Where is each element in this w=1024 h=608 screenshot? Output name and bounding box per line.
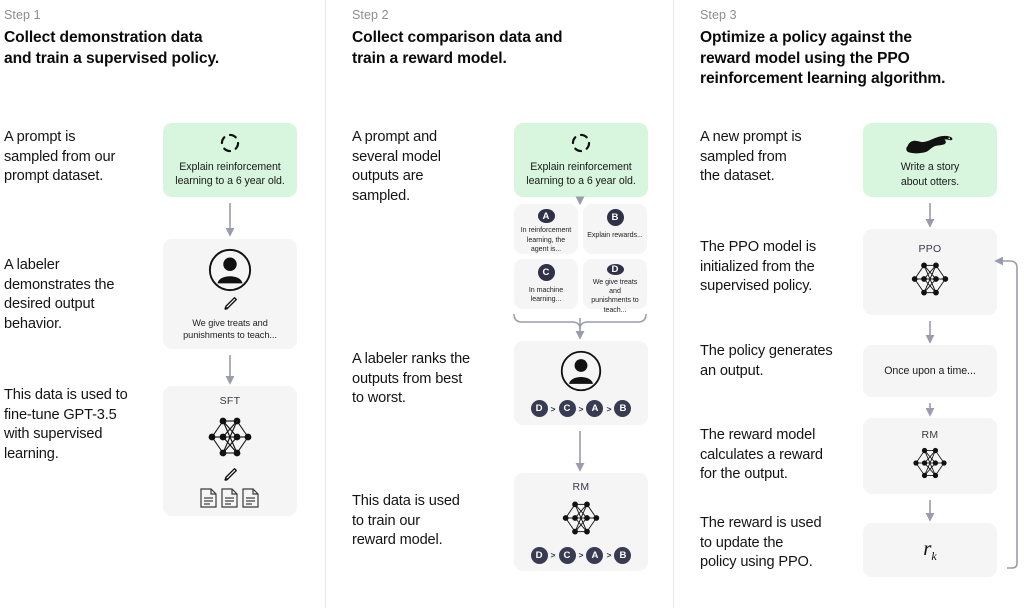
neural-network-icon — [198, 410, 262, 464]
step-1-description-1: A prompt is sampled from our prompt data… — [4, 129, 116, 185]
step-2-title: Collect comparison data and train a rewa… — [352, 28, 672, 69]
step-2-column: Step 2 Collect comparison data and train… — [326, 0, 673, 608]
step-1-prompt-text: Explain reinforcement learning to a 6 ye… — [175, 160, 285, 187]
sft-label: SFT — [219, 395, 241, 407]
rm-rank-sep-2: > — [578, 550, 584, 560]
rm-rank-badge-1: D — [530, 546, 548, 564]
step-3-output-text: Once upon a time... — [884, 364, 976, 377]
ranking-row: D > C > A > B — [530, 400, 632, 417]
rank-badge-4: B — [614, 400, 632, 417]
step-3-prompt-text: Write a story about otters. — [900, 161, 960, 188]
step-3-output-card[interactable]: Once upon a time... — [863, 345, 997, 397]
output-text-c: In machine learning... — [528, 286, 564, 304]
step-3-column: Step 3 Optimize a policy against the rew… — [674, 0, 1024, 608]
step-3-ppo-card[interactable]: PPO — [863, 229, 997, 315]
output-text-d: We give treats and punishments to teach.… — [591, 278, 639, 314]
step-1-title-line-1: Collect demonstration data — [4, 29, 203, 46]
step-2-title-line-2: train a reward model. — [352, 49, 507, 67]
output-badge-a: A — [537, 209, 555, 224]
rm-rank-sep-3: > — [606, 550, 612, 560]
step-2-description-2: A labeler ranks the outputs from best to… — [352, 351, 471, 407]
dashed-circle-icon — [570, 132, 592, 154]
step-3-title-line-2: reward model using the PPO — [700, 49, 910, 67]
step-2-label: Step 2 — [352, 8, 389, 22]
step-1-description-3: This data is used to fine-tune GPT-3.5 w… — [4, 387, 128, 462]
step-3-description-4: The reward model calculates a reward for… — [700, 427, 823, 483]
step-3-description-1: A new prompt is sampled from the dataset… — [700, 129, 802, 185]
dashed-circle-icon — [219, 132, 241, 154]
step-3-description-2: The PPO model is initialized from the su… — [700, 239, 817, 295]
step-2-ranking-card[interactable]: D > C > A > B — [514, 341, 648, 425]
rm-label-step3: RM — [921, 428, 939, 441]
output-card-c[interactable]: C In machine learning... — [514, 259, 578, 309]
output-text-a: In reinforcement learning, the agent is.… — [520, 226, 572, 253]
step-2-prompt-card[interactable]: Explain reinforcement learning to a 6 ye… — [514, 123, 648, 197]
ranking-row-rm: D > C > A > B — [530, 546, 632, 564]
output-text-b: Explain rewards... — [587, 231, 643, 239]
rm-rank-badge-2: C — [558, 546, 576, 564]
rank-badge-2: C — [558, 400, 576, 417]
labeler-person-icon — [207, 247, 253, 293]
reward-formula-subscript: k — [931, 549, 937, 564]
rm-rank-badge-4: B — [614, 546, 632, 564]
pencil-icon — [221, 295, 239, 313]
documents-icon — [199, 487, 261, 509]
output-card-a[interactable]: A In reinforcement learning, the agent i… — [514, 204, 578, 254]
rank-sep-1: > — [550, 403, 556, 414]
rank-badge-3: A — [586, 400, 604, 417]
step-2-description-1: A prompt and several model outputs are s… — [352, 129, 441, 204]
rm-rank-badge-3: A — [586, 546, 604, 564]
neural-network-icon — [902, 442, 958, 484]
step-2-title-line-1: Collect comparison data and — [352, 29, 563, 46]
step-3-description-3: The policy generates an output. — [700, 343, 833, 379]
step-1-prompt-card[interactable]: Explain reinforcement learning to a 6 ye… — [163, 123, 297, 197]
step-3-title-line-3: reinforcement learning algorithm. — [700, 70, 946, 88]
rm-rank-sep-1: > — [550, 550, 556, 560]
neural-network-icon — [900, 256, 960, 302]
step-1-column: Step 1 Collect demonstration data and tr… — [0, 0, 325, 608]
step-1-label: Step 1 — [4, 8, 41, 22]
step-1-sft-card[interactable]: SFT — [163, 386, 297, 516]
rlhf-diagram: Step 1 Collect demonstration data and tr… — [0, 0, 1024, 608]
rank-sep-2: > — [578, 403, 584, 414]
output-badge-b: B — [606, 209, 624, 226]
step-3-title: Optimize a policy against the reward mod… — [700, 28, 1020, 90]
output-card-d[interactable]: D We give treats and punishments to teac… — [583, 259, 647, 314]
step-3-title-line-1: Optimize a policy against the — [700, 29, 912, 46]
step-3-prompt-card[interactable]: Write a story about otters. — [863, 123, 997, 197]
labeler-person-icon — [559, 349, 603, 393]
ppo-label: PPO — [918, 242, 942, 255]
step-3-rm-card[interactable]: RM — [863, 418, 997, 494]
step-1-description-2: A labeler demonstrates the desired outpu… — [4, 257, 115, 332]
output-badge-c: C — [537, 264, 555, 281]
step-2-rm-card[interactable]: RM D > C > A > B — [514, 473, 648, 571]
step-3-reward-card[interactable]: rk — [863, 523, 997, 577]
step-1-labeler-text: We give treats and punishments to teach.… — [183, 317, 277, 340]
step-3-description-5: The reward is used to update the policy … — [700, 515, 822, 571]
output-card-b[interactable]: B Explain rewards... — [583, 204, 647, 254]
output-badge-d: D — [606, 264, 624, 275]
otter-icon — [905, 131, 955, 155]
step-2-description-3: This data is used to train our reward mo… — [352, 493, 460, 549]
step-1-labeler-card[interactable]: We give treats and punishments to teach.… — [163, 239, 297, 349]
step-1-title-line-2: and train a supervised policy. — [4, 49, 220, 67]
neural-network-icon — [550, 495, 612, 541]
rank-badge-1: D — [530, 400, 548, 417]
rm-label: RM — [572, 480, 590, 493]
step-2-prompt-text: Explain reinforcement learning to a 6 ye… — [526, 160, 636, 187]
reward-formula: rk — [923, 536, 937, 564]
pencil-icon — [221, 466, 239, 484]
step-1-title: Collect demonstration data and train a s… — [4, 28, 314, 69]
rank-sep-3: > — [606, 403, 612, 414]
step-3-label: Step 3 — [700, 8, 737, 22]
